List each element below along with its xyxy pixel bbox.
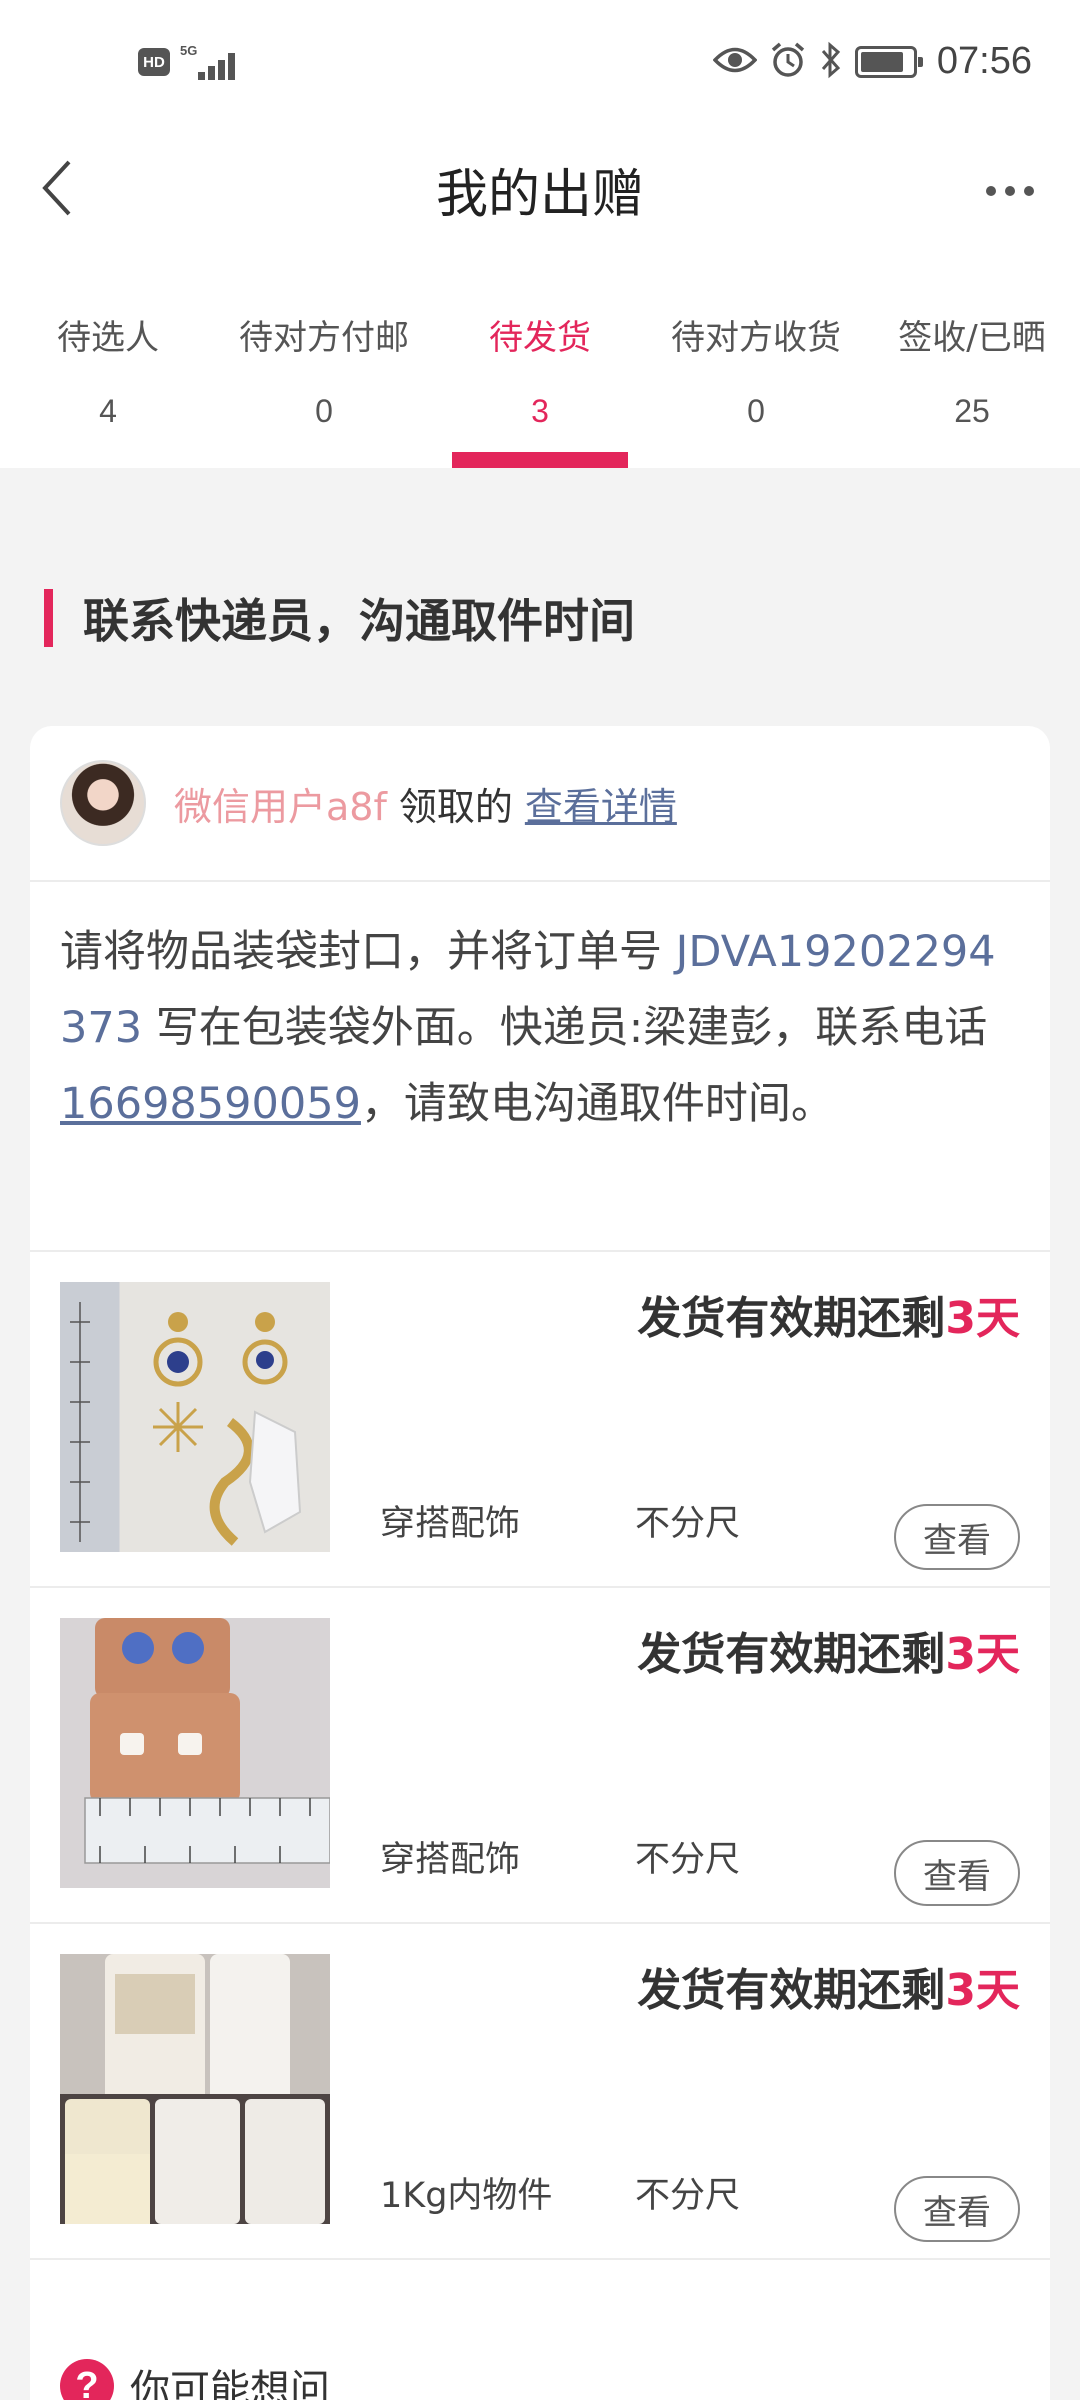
- faq-section: ? 你可能想问: [30, 2326, 1050, 2400]
- item-thumbnail[interactable]: [60, 1954, 330, 2224]
- deadline-days: 3天: [945, 1629, 1020, 1680]
- view-button[interactable]: 查看: [894, 1504, 1020, 1570]
- section-heading: 联系快递员，沟通取件时间: [44, 586, 635, 650]
- claimer-username[interactable]: 微信用户a8f: [174, 776, 387, 831]
- courier-phone-link[interactable]: 16698590059: [60, 1079, 361, 1129]
- page-title: 我的出赠: [435, 165, 644, 225]
- status-tabs: 待选人 4 待对方付邮 0 待发货 3 待对方收货 0 签收/已晒 25: [0, 260, 1080, 468]
- item-category: 穿搭配饰: [380, 1840, 521, 1880]
- nav-header: 我的出赠: [0, 130, 1080, 260]
- more-dots-icon: [986, 186, 996, 196]
- view-button[interactable]: 查看: [894, 2176, 1020, 2242]
- item-category: 穿搭配饰: [380, 1504, 521, 1544]
- order-card: 微信用户a8f 领取的 查看详情 请将物品装袋封口，并将订单号 JDVA1920…: [30, 726, 1050, 2400]
- faq-label[interactable]: 你可能想问: [130, 2357, 330, 2400]
- tab-label: 待发货: [489, 318, 591, 358]
- list-item: 发货有效期还剩3天 穿搭配饰 不分尺 查看: [30, 1252, 1050, 1588]
- tab-received[interactable]: 签收/已晒 25: [864, 260, 1080, 468]
- alarm-icon: [769, 41, 807, 83]
- tab-pending-postage[interactable]: 待对方付邮 0: [216, 260, 432, 468]
- question-circle-icon: ?: [60, 2359, 114, 2400]
- avatar[interactable]: [60, 760, 146, 846]
- bluetooth-icon: [819, 41, 843, 83]
- signal-icon: 5G: [180, 44, 242, 80]
- active-tab-indicator: [452, 452, 628, 468]
- tab-label: 待对方付邮: [239, 318, 409, 358]
- hd-badge: HD: [138, 48, 170, 76]
- clock: 07:56: [936, 40, 1032, 82]
- item-thumbnail[interactable]: [60, 1282, 330, 1552]
- shipping-deadline: 发货有效期还剩3天: [637, 1629, 1020, 1680]
- tab-label: 签收/已晒: [898, 318, 1046, 358]
- view-button[interactable]: 查看: [894, 1840, 1020, 1906]
- battery-icon: [854, 45, 923, 78]
- claimer-row: 微信用户a8f 领取的 查看详情: [30, 726, 1050, 882]
- item-size: 不分尺: [635, 2176, 741, 2216]
- deadline-days: 3天: [945, 1293, 1020, 1344]
- status-right: 07:56: [712, 40, 1032, 83]
- shipping-deadline: 发货有效期还剩3天: [637, 1293, 1020, 1344]
- tab-pending-shipment[interactable]: 待发货 3: [432, 260, 648, 468]
- status-bar: HD 5G 07:56: [0, 0, 1080, 130]
- item-size: 不分尺: [635, 1504, 741, 1544]
- view-details-link[interactable]: 查看详情: [525, 776, 677, 831]
- tab-label: 待对方收货: [671, 318, 841, 358]
- status-left: HD 5G: [138, 44, 242, 80]
- tab-pending-receipt[interactable]: 待对方收货 0: [648, 260, 864, 468]
- tab-pending-selection[interactable]: 待选人 4: [0, 260, 216, 468]
- shipping-instruction: 请将物品装袋封口，并将订单号 JDVA19202294373 写在包装袋外面。快…: [30, 882, 1050, 1252]
- heading-accent-bar: [44, 589, 53, 647]
- eye-icon: [712, 45, 758, 79]
- item-size: 不分尺: [635, 1840, 741, 1880]
- claimed-text: 领取的: [398, 784, 513, 829]
- list-item: 发货有效期还剩3天 穿搭配饰 不分尺 查看: [30, 1588, 1050, 1924]
- item-category: 1Kg内物件: [380, 2176, 553, 2216]
- tab-count: 3: [531, 393, 549, 429]
- tab-count: 0: [747, 393, 765, 429]
- section-heading-text: 联系快递员，沟通取件时间: [83, 594, 635, 648]
- tab-label: 待选人: [57, 318, 159, 358]
- tab-count: 0: [315, 393, 333, 429]
- tab-count: 25: [954, 393, 990, 429]
- item-thumbnail[interactable]: [60, 1618, 330, 1888]
- shipping-deadline: 发货有效期还剩3天: [637, 1965, 1020, 2016]
- list-item: 发货有效期还剩3天 1Kg内物件 不分尺 查看: [30, 1924, 1050, 2260]
- deadline-days: 3天: [945, 1965, 1020, 2016]
- more-button[interactable]: [970, 156, 1050, 226]
- tab-count: 4: [99, 393, 117, 429]
